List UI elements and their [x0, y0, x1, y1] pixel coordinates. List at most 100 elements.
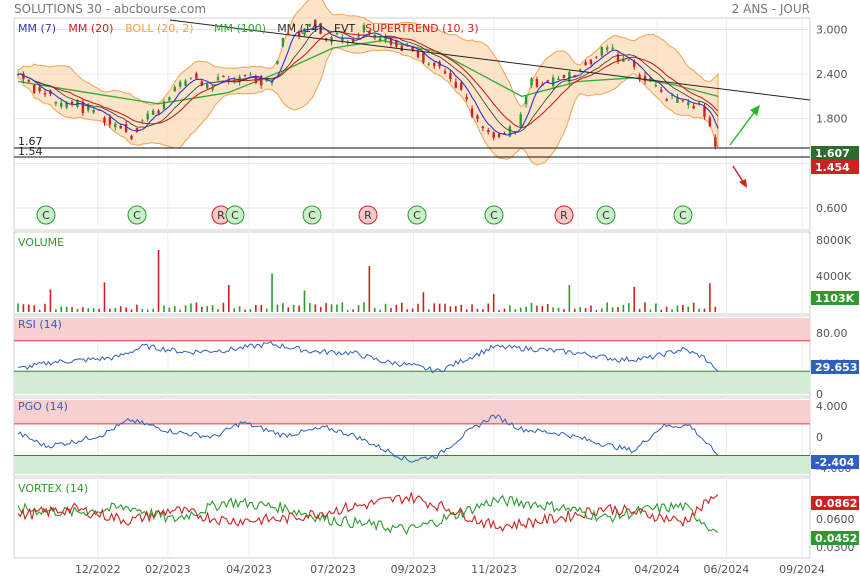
volume-bar [368, 266, 371, 312]
candle-body [216, 77, 220, 80]
candle-body [708, 117, 712, 127]
legend-entry: MM (20) [68, 22, 113, 35]
candle-body [162, 101, 166, 109]
volume-bar [92, 308, 95, 312]
volume-y-tick: 4000K [816, 270, 852, 283]
candle-body [33, 85, 36, 94]
volume-bar [400, 302, 403, 312]
vortex-minus-tag: 0.0452 [815, 532, 857, 545]
volume-bar [709, 283, 711, 312]
pgo-layer: PGO (14) [14, 400, 810, 474]
legend-entry: MM (100) [214, 22, 266, 35]
bearish-arrow-shaft [732, 165, 745, 184]
candle-body [557, 78, 560, 81]
volume-bar [103, 282, 106, 312]
rsi-title: RSI (14) [18, 318, 62, 331]
volume-bar [211, 305, 214, 312]
candle-body [205, 83, 209, 89]
volume-bar [422, 292, 425, 312]
candle-body [378, 38, 382, 42]
volume-bar [379, 309, 381, 312]
legend: MM (7) MM (20) BOLL (20, 2) MM (100) MM (14)… [18, 22, 479, 35]
last-price-lower-tag: 1.454 [815, 161, 850, 174]
volume-bar [514, 309, 517, 312]
candle-body [584, 61, 587, 66]
x-axis-label: 07/2023 [310, 563, 356, 576]
candle-body [449, 73, 452, 79]
volume-bar [541, 306, 544, 312]
volume-bar [433, 303, 436, 312]
volume-pane[interactable] [13, 231, 811, 315]
volume-bar [146, 309, 149, 312]
volume-bar [325, 303, 327, 312]
volume-last-tag: 1103K [815, 292, 855, 305]
candle-body [141, 120, 144, 122]
candle-body [195, 73, 198, 79]
volume-bar [38, 309, 41, 312]
x-axis-label: 02/2024 [555, 563, 601, 576]
rsi-overbought-zone [14, 318, 810, 341]
volume-bar [703, 308, 706, 312]
candle-body [692, 105, 695, 109]
price-y-tick: 2.400 [816, 68, 848, 81]
volume-bar [692, 302, 695, 312]
pgo-y-tick: 4.000 [816, 400, 848, 413]
volume-title: VOLUME [18, 236, 64, 249]
signal-marker-label: C [602, 209, 610, 222]
volume-bar [633, 286, 636, 312]
candle-body [427, 63, 431, 65]
volume-bar [568, 285, 571, 312]
signal-marker-label: R [560, 209, 568, 222]
signal-marker-label: C [308, 209, 316, 222]
candle-body [492, 132, 495, 138]
price-y-tick: 0.600 [816, 202, 848, 215]
pgo-last-tag: -2.404 [815, 456, 855, 469]
pgo-y-tick: 0 [816, 431, 823, 444]
volume-bar [530, 302, 533, 312]
volume-bar [314, 304, 317, 312]
candle-body [114, 123, 117, 128]
volume-bar [292, 304, 295, 312]
signal-marker-label: R [217, 209, 225, 222]
volume-bar [114, 307, 117, 312]
candle-body [660, 89, 663, 92]
volume-bar [82, 307, 84, 312]
volume-bar [217, 309, 219, 312]
volume-layer: VOLUME [17, 236, 717, 312]
bearish-arrow-head [739, 179, 747, 188]
candle-body [519, 114, 522, 127]
rsi-line [17, 341, 719, 374]
volume-bar [373, 308, 376, 312]
candle-body [654, 84, 658, 87]
volume-bar [584, 308, 587, 312]
volume-bar [606, 302, 608, 312]
candle-body [276, 60, 279, 64]
signal-marker-label: C [679, 209, 687, 222]
stock-chart: SOLUTIONS 30 - abcbourse.com 2 ANS - JOU… [13, 0, 859, 576]
volume-bar [136, 304, 138, 312]
volume-bar [573, 308, 576, 312]
candle-body [530, 78, 533, 86]
volume-bar [87, 308, 90, 312]
candle-body [178, 81, 182, 87]
volume-bar [476, 308, 479, 312]
volume-bar [649, 309, 652, 312]
volume-bar [109, 308, 111, 312]
volume-bar [65, 306, 68, 312]
signal-marker-label: C [490, 209, 498, 222]
volume-bar [17, 303, 19, 312]
signal-marker-label: C [413, 209, 421, 222]
candle-body [524, 96, 528, 105]
rsi-y-tick: 80.00 [816, 327, 848, 340]
volume-bar [346, 310, 349, 312]
x-axis-label: 06/2024 [704, 563, 750, 576]
candle-body [92, 109, 95, 113]
volume-bar [244, 309, 246, 312]
volume-bar [411, 308, 414, 312]
vortex-title: VORTEX (14) [18, 482, 88, 495]
rsi-last-tag: 29.653 [815, 361, 857, 374]
volume-bar [665, 306, 668, 312]
volume-bar [546, 304, 549, 312]
candle-body [600, 46, 603, 56]
volume-bar [179, 309, 181, 312]
